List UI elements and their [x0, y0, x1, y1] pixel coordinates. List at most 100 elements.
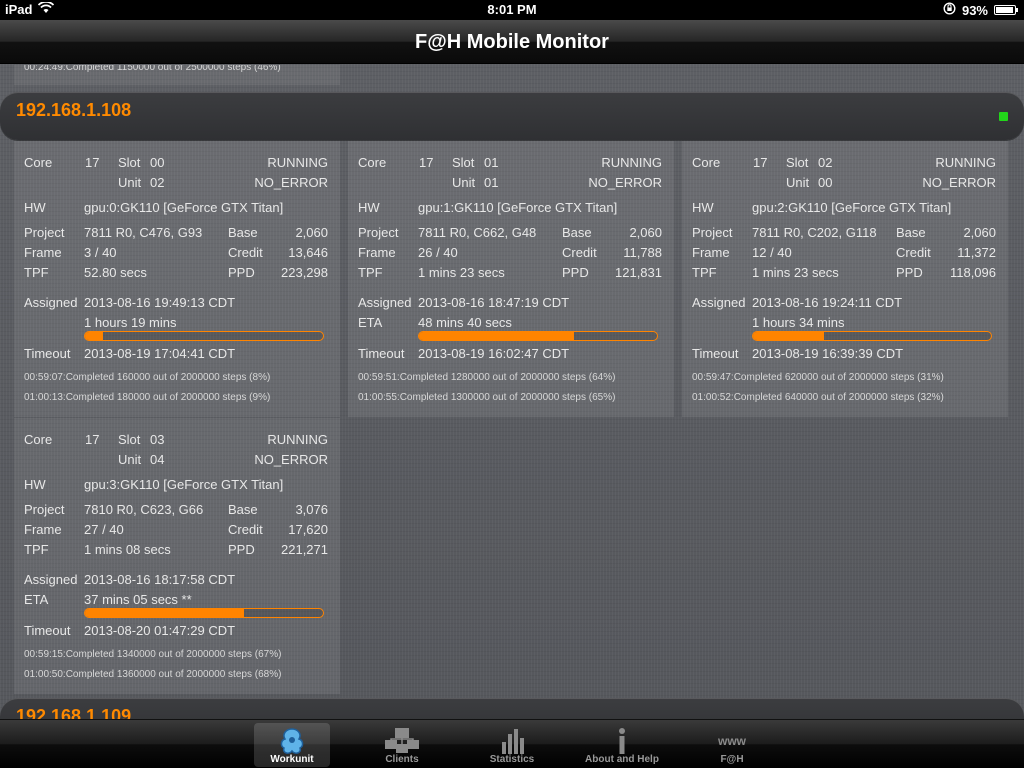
workunit-list[interactable]: 00:24:49:Completed 1150000 out of 250000… [0, 65, 1024, 719]
slot-label: Slot [452, 155, 475, 170]
slot-value: 02 [818, 155, 833, 170]
tab-label: F@H [720, 754, 744, 765]
tab-clients[interactable]: Clients [364, 723, 440, 767]
core-value: 17 [419, 155, 434, 170]
host-header[interactable]: 192.168.1.108 [0, 92, 1024, 140]
slot-label: Slot [118, 155, 141, 170]
unit-label: Unit [786, 175, 810, 190]
info-icon [602, 726, 642, 756]
slot-value: 00 [150, 155, 165, 170]
error-value: NO_ERROR [588, 175, 662, 190]
eta-value: 37 mins 05 secs ** [84, 592, 192, 607]
slot-value: 01 [484, 155, 499, 170]
slot-card[interactable]: Core 17 Slot 02 Unit 00 HW gpu:2:GK110 [GeForce… [682, 141, 1008, 417]
tpf-value: 1 mins 23 secs [418, 265, 505, 280]
tab-statistics[interactable]: Statistics [474, 723, 550, 767]
log-line: 01:00:13:Completed 180000 out of 2000000… [24, 392, 271, 403]
progress-bar [418, 331, 658, 341]
tab-label: About and Help [585, 754, 659, 765]
navigation-bar: F@H Mobile Monitor [0, 20, 1024, 64]
error-value: NO_ERROR [254, 175, 328, 190]
progress-bar [752, 331, 992, 341]
eta-value: 1 hours 34 mins [752, 315, 845, 330]
tab-workunit[interactable]: Workunit [254, 723, 330, 767]
progress-bar [84, 608, 324, 618]
timeout-label: Timeout [358, 346, 405, 361]
frame-label: Frame [24, 245, 62, 260]
eta-value: 1 hours 19 mins [84, 315, 177, 330]
frame-value: 3 / 40 [84, 245, 117, 260]
state-value: RUNNING [267, 432, 328, 447]
slot-card[interactable]: Core 17 Slot 00 Unit 02 HW gpu:0:GK110 [GeForce… [14, 141, 340, 417]
eta-label: ETA [24, 592, 49, 607]
ppd-value: 221,271 [281, 542, 328, 557]
online-status-indicator [999, 112, 1008, 121]
log-line: 01:00:50:Completed 1360000 out of 200000… [24, 669, 282, 680]
timeout-label: Timeout [692, 346, 739, 361]
project-label: Project [24, 225, 65, 240]
tab-label: Workunit [270, 754, 314, 765]
progress-fill [85, 609, 245, 617]
log-line: 00:59:15:Completed 1340000 out of 200000… [24, 649, 282, 660]
project-label: Project [358, 225, 399, 240]
progress-bar [84, 331, 324, 341]
timeout-label: Timeout [24, 623, 71, 638]
base-value: 2,060 [629, 225, 662, 240]
project-value: 7810 R0, C623, G66 [84, 502, 204, 517]
core-value: 17 [85, 432, 100, 447]
unit-value: 02 [150, 175, 165, 190]
hw-value: gpu:0:GK110 [GeForce GTX Titan] [84, 200, 284, 215]
timeout-value: 2013-08-20 01:47:29 CDT [84, 623, 236, 638]
state-value: RUNNING [601, 155, 662, 170]
host-ip: 192.168.1.108 [16, 100, 132, 120]
tpf-value: 1 mins 08 secs [84, 542, 171, 557]
tpf-value: 52.80 secs [84, 265, 147, 280]
timeout-value: 2013-08-19 16:39:39 CDT [752, 346, 904, 361]
log-line: 00:59:07:Completed 160000 out of 2000000… [24, 372, 271, 383]
assigned-value: 2013-08-16 19:49:13 CDT [84, 295, 236, 310]
tpf-label: TPF [24, 542, 49, 557]
log-line: 00:59:51:Completed 1280000 out of 200000… [358, 372, 616, 383]
core-label: Core [24, 432, 53, 447]
core-value: 17 [753, 155, 768, 170]
core-label: Core [692, 155, 721, 170]
frame-label: Frame [358, 245, 396, 260]
progress-fill [753, 332, 825, 340]
assigned-value: 2013-08-16 19:24:11 CDT [752, 295, 903, 310]
host-ip: 192.168.1.109 [16, 706, 132, 719]
error-value: NO_ERROR [922, 175, 996, 190]
progress-fill [85, 332, 103, 340]
hw-value: gpu:1:GK110 [GeForce GTX Titan] [418, 200, 618, 215]
hw-label: HW [24, 200, 46, 215]
unit-label: Unit [118, 175, 142, 190]
slot-card[interactable]: Core 17 Slot 03 Unit 04 HW gpu:3:GK110 [GeForce… [14, 418, 340, 694]
frame-value: 27 / 40 [84, 522, 124, 537]
core-label: Core [358, 155, 387, 170]
frame-value: 12 / 40 [752, 245, 792, 260]
slot-card[interactable]: Core 17 Slot 01 Unit 01 HW gpu:1:GK110 [GeForce… [348, 141, 674, 417]
tab-fah[interactable]: www F@H [694, 723, 770, 767]
frame-label: Frame [692, 245, 730, 260]
host-header[interactable]: 192.168.1.109 [0, 698, 1024, 719]
orientation-lock-icon [943, 2, 956, 18]
base-value: 2,060 [963, 225, 996, 240]
project-label: Project [24, 502, 65, 517]
ppd-value: 118,096 [949, 265, 996, 280]
log-line: 01:00:52:Completed 640000 out of 2000000… [692, 392, 944, 403]
slot-label: Slot [118, 432, 141, 447]
slot-label: Slot [786, 155, 809, 170]
progress-fill [419, 332, 574, 340]
hw-label: HW [358, 200, 380, 215]
core-value: 17 [85, 155, 100, 170]
slot-value: 03 [150, 432, 165, 447]
base-value: 2,060 [295, 225, 328, 240]
tab-about-and-help[interactable]: About and Help [584, 723, 660, 767]
ppd-value: 223,298 [281, 265, 328, 280]
timeout-value: 2013-08-19 16:02:47 CDT [418, 346, 570, 361]
eta-value: 48 mins 40 secs [418, 315, 512, 330]
project-value: 7811 R0, C202, G118 [752, 225, 877, 240]
page-title: F@H Mobile Monitor [415, 31, 609, 53]
core-label: Core [24, 155, 53, 170]
hw-label: HW [692, 200, 714, 215]
state-value: RUNNING [267, 155, 328, 170]
